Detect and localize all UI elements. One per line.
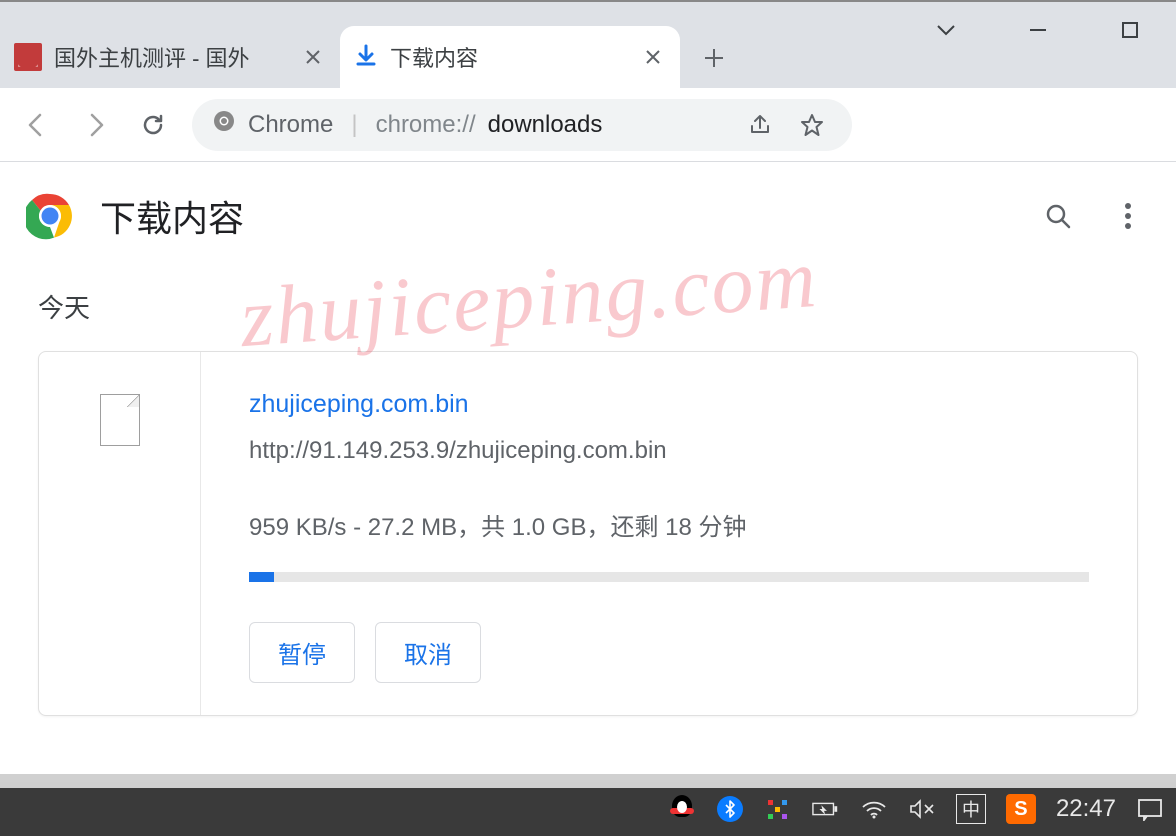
- pause-button[interactable]: 暂停: [249, 622, 355, 683]
- sogou-ime-icon[interactable]: S: [1006, 794, 1036, 824]
- wifi-icon[interactable]: [860, 795, 888, 823]
- progress-bar: [249, 572, 1089, 582]
- download-actions: 暂停 取消: [249, 622, 1089, 683]
- tab-active[interactable]: 下载内容: [340, 26, 680, 88]
- notifications-icon[interactable]: [1136, 795, 1164, 823]
- close-tab-button[interactable]: [300, 44, 326, 70]
- download-icon: [354, 43, 378, 72]
- divider: [0, 774, 1176, 782]
- tab-title: 下载内容: [390, 41, 628, 73]
- tab-strip: 国外主机测评 - 国外 下载内容: [0, 0, 1176, 88]
- download-item: zhujiceping.com.bin http://91.149.253.9/…: [38, 351, 1138, 716]
- url-prefix: chrome://: [376, 111, 476, 139]
- close-tab-button[interactable]: [640, 44, 666, 70]
- downloads-header: 下载内容: [0, 162, 1176, 270]
- forward-button[interactable]: [76, 106, 114, 144]
- site-favicon: [14, 43, 42, 71]
- star-icon[interactable]: [792, 105, 832, 145]
- url-path: downloads: [488, 111, 603, 139]
- cancel-button[interactable]: 取消: [375, 622, 481, 683]
- file-icon: [100, 394, 140, 446]
- window-controls: [900, 2, 1176, 58]
- minimize-button[interactable]: [992, 2, 1084, 58]
- omnibox-label: Chrome: [248, 111, 333, 139]
- progress-fill: [249, 572, 274, 582]
- address-bar[interactable]: Chrome | chrome:// downloads: [192, 99, 852, 151]
- more-menu-icon[interactable]: [1106, 194, 1150, 238]
- color-grid-icon[interactable]: [764, 795, 792, 823]
- download-details: zhujiceping.com.bin http://91.149.253.9/…: [201, 352, 1137, 715]
- bluetooth-icon[interactable]: [716, 795, 744, 823]
- tab-title: 国外主机测评 - 国外: [54, 41, 288, 73]
- maximize-button[interactable]: [1084, 2, 1176, 58]
- chrome-logo-icon: [26, 192, 74, 240]
- qq-icon[interactable]: [668, 795, 696, 823]
- battery-icon[interactable]: [812, 795, 840, 823]
- clock[interactable]: 22:47: [1056, 795, 1116, 823]
- volume-muted-icon[interactable]: [908, 795, 936, 823]
- chevron-down-icon[interactable]: [900, 2, 992, 58]
- toolbar: Chrome | chrome:// downloads: [0, 88, 1176, 162]
- reload-button[interactable]: [134, 106, 172, 144]
- download-progress-text: 959 KB/s - 27.2 MB，共 1.0 GB，还剩 18 分钟: [249, 507, 1089, 542]
- downloads-content: 今天 zhujiceping.com.bin http://91.149.253…: [0, 270, 1176, 716]
- download-icon-column: [39, 352, 201, 715]
- share-icon[interactable]: [740, 105, 780, 145]
- separator: |: [351, 111, 357, 139]
- search-icon[interactable]: [1036, 194, 1080, 238]
- download-source-url: http://91.149.253.9/zhujiceping.com.bin: [249, 437, 1089, 465]
- taskbar: 中 S 22:47: [0, 782, 1176, 836]
- back-button[interactable]: [18, 106, 56, 144]
- page-title: 下载内容: [100, 190, 1010, 242]
- date-section-label: 今天: [38, 288, 1138, 325]
- new-tab-button[interactable]: [690, 34, 738, 82]
- tab-inactive[interactable]: 国外主机测评 - 国外: [0, 26, 340, 88]
- ime-indicator[interactable]: 中: [956, 794, 986, 824]
- chrome-badge-icon: [212, 109, 236, 140]
- download-filename[interactable]: zhujiceping.com.bin: [249, 390, 469, 419]
